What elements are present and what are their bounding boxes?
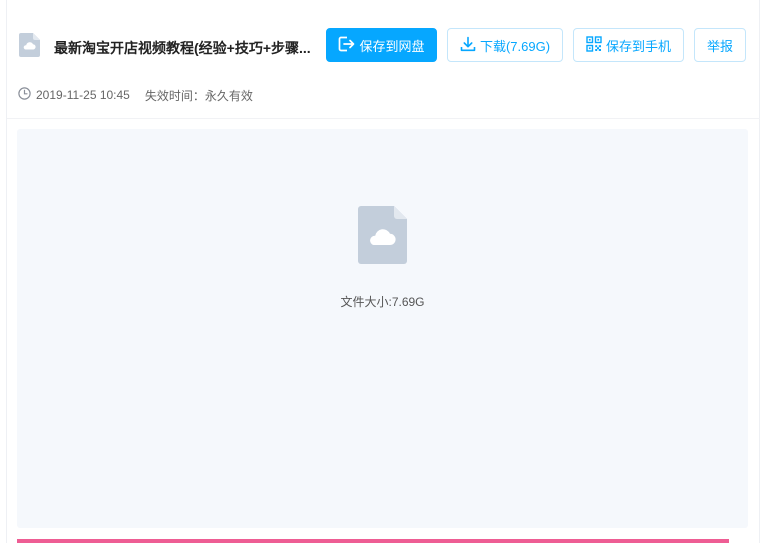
file-cloud-icon [19,33,40,57]
report-button[interactable]: 举报 [694,28,746,62]
download-icon [460,36,480,55]
file-title: 最新淘宝开店视频教程(经验+技巧+步骤... [54,40,311,56]
report-label: 举报 [706,38,733,54]
file-cloud-icon [358,206,407,264]
file-size-value: 7.69G [391,295,425,309]
save-to-disk-label: 保存到网盘 [359,38,425,54]
file-meta: 2019-11-25 10:45 失效时间： 永久有效 [18,87,253,103]
save-to-disk-button[interactable]: 保存到网盘 [326,28,437,62]
save-to-phone-label: 保存到手机 [605,38,671,54]
file-preview-area: 文件大小:7.69G [17,129,748,528]
header-divider [7,118,760,119]
file-size: 文件大小:7.69G [17,293,748,310]
save-to-phone-button[interactable]: 保存到手机 [573,28,684,62]
file-header: 最新淘宝开店视频教程(经验+技巧+步骤... 保存到网盘 下载(7.69G) 保… [0,0,762,118]
qr-code-icon [586,35,606,55]
save-to-disk-icon [338,36,359,55]
upload-date: 2019-11-25 10:45 [36,88,130,102]
expire-value: 永久有效 [204,88,253,103]
clock-icon [18,87,31,103]
download-label: 下载(7.69G) [479,38,551,54]
expire-label: 失效时间： [144,88,205,103]
accent-bar [17,539,729,543]
file-size-label: 文件大小: [340,295,392,309]
download-button[interactable]: 下载(7.69G) [447,28,563,62]
